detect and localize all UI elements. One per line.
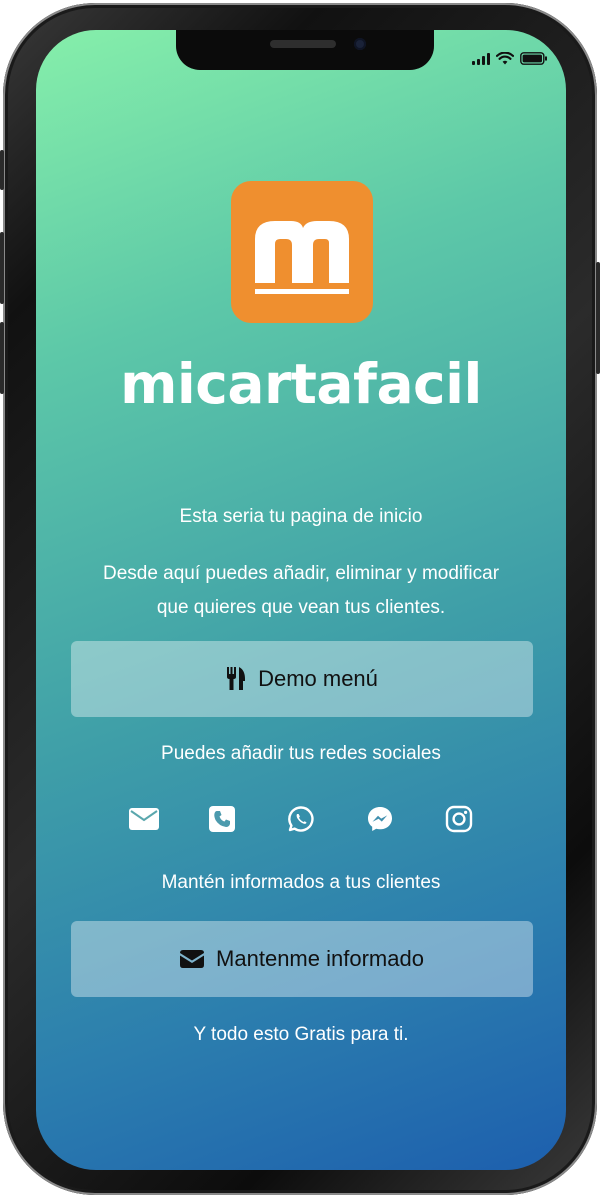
social-icons-row xyxy=(36,802,566,836)
volume-down-button xyxy=(0,322,4,394)
brand-name: micartafacil xyxy=(120,352,482,416)
mute-switch xyxy=(0,150,4,190)
email-icon xyxy=(129,808,159,830)
mantenme-informado-button[interactable]: Mantenme informado xyxy=(71,921,533,997)
whatsapp-icon xyxy=(288,806,314,832)
messenger-icon xyxy=(368,807,392,831)
envelope-icon xyxy=(180,950,205,968)
demo-menu-button[interactable]: Demo menú xyxy=(71,641,533,717)
email-social-link[interactable] xyxy=(127,802,161,836)
wifi-icon xyxy=(496,52,514,65)
notch xyxy=(176,30,434,70)
speaker-grille xyxy=(270,40,336,48)
instagram-icon xyxy=(445,805,473,833)
battery-icon xyxy=(520,52,547,65)
mantenme-informado-label: Mantenme informado xyxy=(216,946,424,971)
app-logo: m xyxy=(231,181,373,323)
power-button xyxy=(596,262,600,374)
instagram-social-link[interactable] xyxy=(442,802,476,836)
front-camera xyxy=(354,38,366,50)
socials-text: Puedes añadir tus redes sociales xyxy=(161,743,441,764)
inform-text: Mantén informados a tus clientes xyxy=(161,872,441,893)
description-line-2: que quieres que vean tus clientes. xyxy=(156,597,446,618)
phone-social-link[interactable] xyxy=(205,802,239,836)
phone-icon xyxy=(209,806,235,832)
demo-menu-label: Demo menú xyxy=(258,666,378,691)
volume-up-button xyxy=(0,232,4,304)
footer-text: Y todo esto Gratis para ti. xyxy=(193,1024,409,1045)
status-bar xyxy=(472,52,548,65)
description-line-1: Desde aquí puedes añadir, eliminar y mod… xyxy=(102,563,500,584)
intro-text: Esta seria tu pagina de inicio xyxy=(179,506,423,527)
screen: m micartafacil Esta seria tu pagina de i… xyxy=(36,30,566,1170)
cutlery-icon xyxy=(227,667,246,690)
messenger-social-link[interactable] xyxy=(363,802,397,836)
logo-m-glyph xyxy=(255,221,349,294)
description-text: Desde aquí puedes añadir, eliminar y mod… xyxy=(36,557,566,625)
cellular-signal-icon xyxy=(472,52,490,65)
whatsapp-social-link[interactable] xyxy=(284,802,318,836)
